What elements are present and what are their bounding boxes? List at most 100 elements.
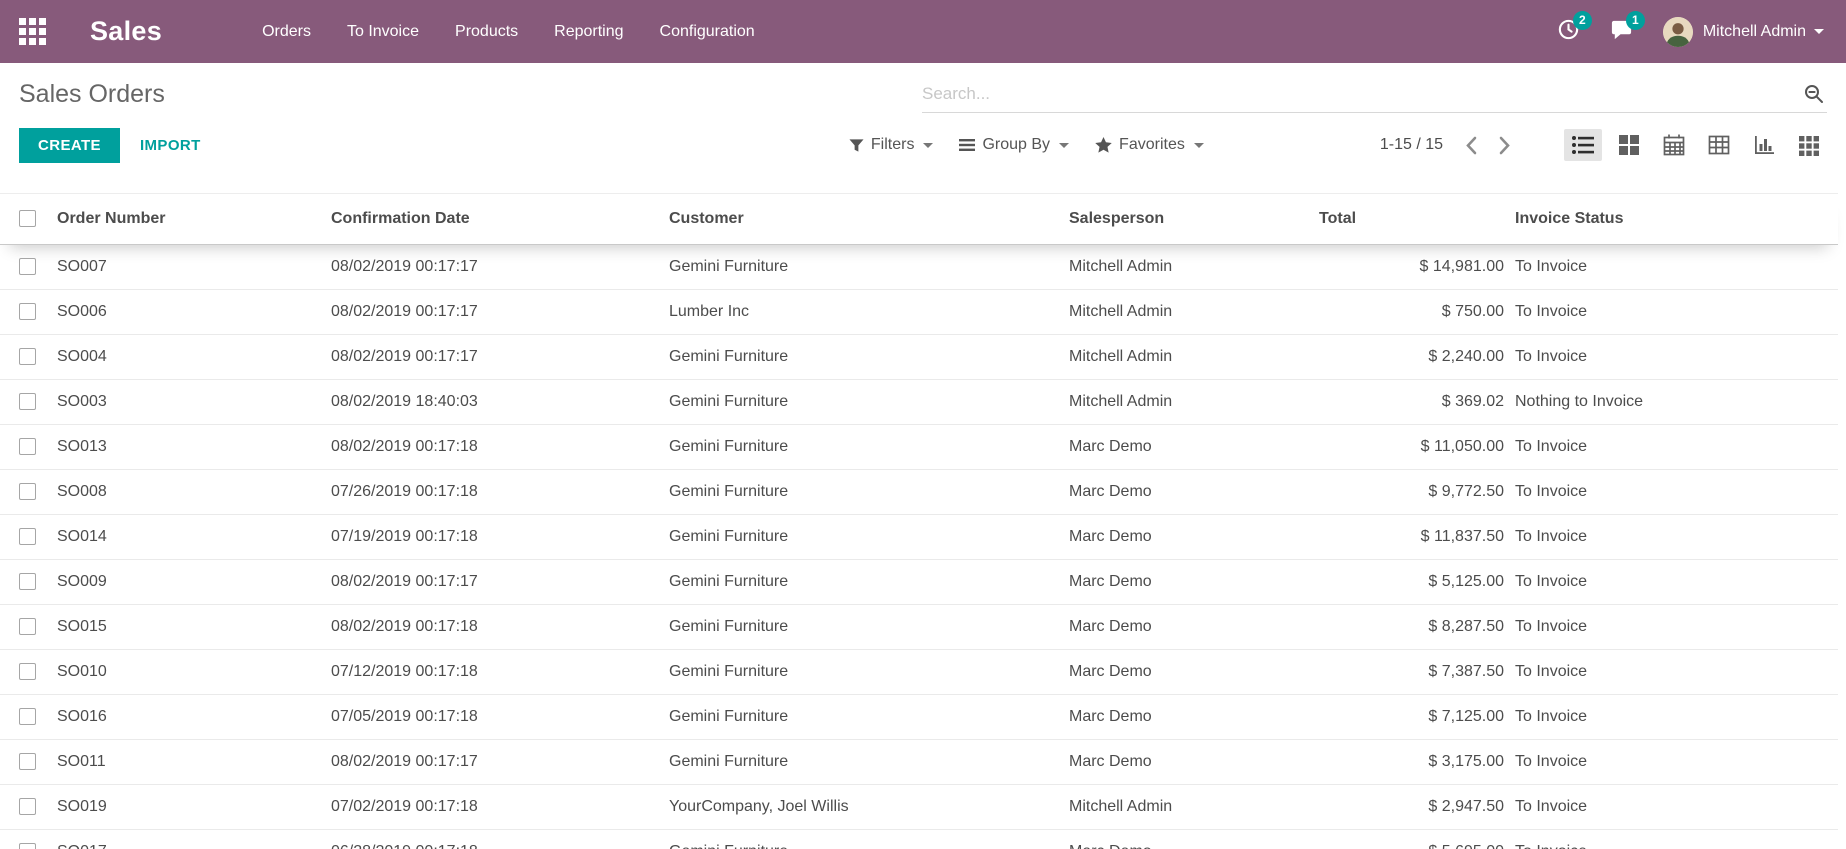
confirmation-date-cell[interactable]: 08/02/2019 18:40:03 (331, 380, 669, 425)
total-cell[interactable]: $ 2,947.50 (1319, 785, 1505, 830)
invoice-status-cell[interactable]: To Invoice (1505, 470, 1838, 515)
customer-cell[interactable]: Gemini Furniture (669, 425, 1069, 470)
column-header-confirmation-date[interactable]: Confirmation Date (331, 194, 669, 245)
row-checkbox[interactable] (19, 798, 36, 815)
table-row[interactable]: SO015 08/02/2019 00:17:18 Gemini Furnitu… (0, 605, 1838, 650)
salesperson-cell[interactable]: Marc Demo (1069, 605, 1319, 650)
total-cell[interactable]: $ 8,287.50 (1319, 605, 1505, 650)
customer-cell[interactable]: Gemini Furniture (669, 605, 1069, 650)
pivot-view-button[interactable] (1701, 129, 1737, 161)
table-row[interactable]: SO008 07/26/2019 00:17:18 Gemini Furnitu… (0, 470, 1838, 515)
order-number-cell[interactable]: SO010 (48, 650, 331, 695)
order-number-cell[interactable]: SO003 (48, 380, 331, 425)
list-view-button[interactable] (1564, 129, 1602, 161)
row-checkbox[interactable] (19, 663, 36, 680)
table-row[interactable]: SO017 06/28/2019 00:17:18 Gemini Furnitu… (0, 830, 1838, 849)
confirmation-date-cell[interactable]: 07/02/2019 00:17:18 (331, 785, 669, 830)
salesperson-cell[interactable]: Marc Demo (1069, 650, 1319, 695)
table-row[interactable]: SO010 07/12/2019 00:17:18 Gemini Furnitu… (0, 650, 1838, 695)
activities-button[interactable]: 2 (1557, 18, 1580, 46)
customer-cell[interactable]: Lumber Inc (669, 290, 1069, 335)
filters-dropdown[interactable]: Filters (849, 136, 934, 154)
customer-cell[interactable]: Gemini Furniture (669, 740, 1069, 785)
confirmation-date-cell[interactable]: 06/28/2019 00:17:18 (331, 830, 669, 849)
row-checkbox[interactable] (19, 573, 36, 590)
row-checkbox[interactable] (19, 483, 36, 500)
row-checkbox[interactable] (19, 303, 36, 320)
row-checkbox[interactable] (19, 753, 36, 770)
order-number-cell[interactable]: SO008 (48, 470, 331, 515)
confirmation-date-cell[interactable]: 08/02/2019 00:17:17 (331, 335, 669, 380)
order-number-cell[interactable]: SO011 (48, 740, 331, 785)
salesperson-cell[interactable]: Mitchell Admin (1069, 245, 1319, 290)
table-row[interactable]: SO014 07/19/2019 00:17:18 Gemini Furnitu… (0, 515, 1838, 560)
invoice-status-cell[interactable]: To Invoice (1505, 785, 1838, 830)
customer-cell[interactable]: Gemini Furniture (669, 335, 1069, 380)
order-number-cell[interactable]: SO014 (48, 515, 331, 560)
customer-cell[interactable]: Gemini Furniture (669, 470, 1069, 515)
order-number-cell[interactable]: SO015 (48, 605, 331, 650)
customer-cell[interactable]: Gemini Furniture (669, 515, 1069, 560)
order-number-cell[interactable]: SO006 (48, 290, 331, 335)
total-cell[interactable]: $ 14,981.00 (1319, 245, 1505, 290)
total-cell[interactable]: $ 11,050.00 (1319, 425, 1505, 470)
customer-cell[interactable]: Gemini Furniture (669, 830, 1069, 849)
confirmation-date-cell[interactable]: 08/02/2019 00:17:17 (331, 290, 669, 335)
apps-menu-button[interactable] (19, 18, 46, 45)
order-number-cell[interactable]: SO013 (48, 425, 331, 470)
invoice-status-cell[interactable]: To Invoice (1505, 515, 1838, 560)
salesperson-cell[interactable]: Mitchell Admin (1069, 785, 1319, 830)
order-number-cell[interactable]: SO019 (48, 785, 331, 830)
search-icon[interactable] (1803, 83, 1825, 105)
order-number-cell[interactable]: SO016 (48, 695, 331, 740)
favorites-dropdown[interactable]: Favorites (1095, 136, 1204, 154)
customer-cell[interactable]: Gemini Furniture (669, 380, 1069, 425)
confirmation-date-cell[interactable]: 07/05/2019 00:17:18 (331, 695, 669, 740)
total-cell[interactable]: $ 9,772.50 (1319, 470, 1505, 515)
import-button[interactable]: IMPORT (140, 137, 201, 154)
pager-next-button[interactable] (1499, 136, 1511, 155)
salesperson-cell[interactable]: Marc Demo (1069, 515, 1319, 560)
salesperson-cell[interactable]: Mitchell Admin (1069, 335, 1319, 380)
row-checkbox[interactable] (19, 393, 36, 410)
confirmation-date-cell[interactable]: 08/02/2019 00:17:17 (331, 560, 669, 605)
salesperson-cell[interactable]: Marc Demo (1069, 830, 1319, 849)
customer-cell[interactable]: YourCompany, Joel Willis (669, 785, 1069, 830)
search-input[interactable] (922, 84, 1803, 104)
menu-to-invoice[interactable]: To Invoice (329, 13, 437, 51)
total-cell[interactable]: $ 11,837.50 (1319, 515, 1505, 560)
table-row[interactable]: SO003 08/02/2019 18:40:03 Gemini Furnitu… (0, 380, 1838, 425)
table-row[interactable]: SO011 08/02/2019 00:17:17 Gemini Furnitu… (0, 740, 1838, 785)
table-row[interactable]: SO013 08/02/2019 00:17:18 Gemini Furnitu… (0, 425, 1838, 470)
order-number-cell[interactable]: SO009 (48, 560, 331, 605)
group-by-dropdown[interactable]: Group By (959, 136, 1069, 154)
salesperson-cell[interactable]: Marc Demo (1069, 740, 1319, 785)
invoice-status-cell[interactable]: To Invoice (1505, 245, 1838, 290)
confirmation-date-cell[interactable]: 07/26/2019 00:17:18 (331, 470, 669, 515)
invoice-status-cell[interactable]: To Invoice (1505, 695, 1838, 740)
graph-view-button[interactable] (1746, 129, 1782, 161)
confirmation-date-cell[interactable]: 08/02/2019 00:17:18 (331, 425, 669, 470)
row-checkbox[interactable] (19, 843, 36, 849)
row-checkbox[interactable] (19, 708, 36, 725)
invoice-status-cell[interactable]: To Invoice (1505, 560, 1838, 605)
column-header-salesperson[interactable]: Salesperson (1069, 194, 1319, 245)
table-row[interactable]: SO009 08/02/2019 00:17:17 Gemini Furnitu… (0, 560, 1838, 605)
menu-products[interactable]: Products (437, 13, 536, 51)
table-row[interactable]: SO019 07/02/2019 00:17:18 YourCompany, J… (0, 785, 1838, 830)
create-button[interactable]: CREATE (19, 128, 120, 163)
row-checkbox[interactable] (19, 528, 36, 545)
menu-orders[interactable]: Orders (244, 13, 329, 51)
calendar-view-button[interactable] (1656, 129, 1692, 161)
confirmation-date-cell[interactable]: 07/12/2019 00:17:18 (331, 650, 669, 695)
order-number-cell[interactable]: SO004 (48, 335, 331, 380)
invoice-status-cell[interactable]: To Invoice (1505, 740, 1838, 785)
salesperson-cell[interactable]: Marc Demo (1069, 560, 1319, 605)
table-row[interactable]: SO006 08/02/2019 00:17:17 Lumber Inc Mit… (0, 290, 1838, 335)
kanban-view-button[interactable] (1611, 129, 1647, 161)
current-app-name[interactable]: Sales (90, 16, 162, 47)
row-checkbox[interactable] (19, 348, 36, 365)
total-cell[interactable]: $ 5,125.00 (1319, 560, 1505, 605)
messages-button[interactable]: 1 (1610, 18, 1633, 46)
invoice-status-cell[interactable]: To Invoice (1505, 335, 1838, 380)
